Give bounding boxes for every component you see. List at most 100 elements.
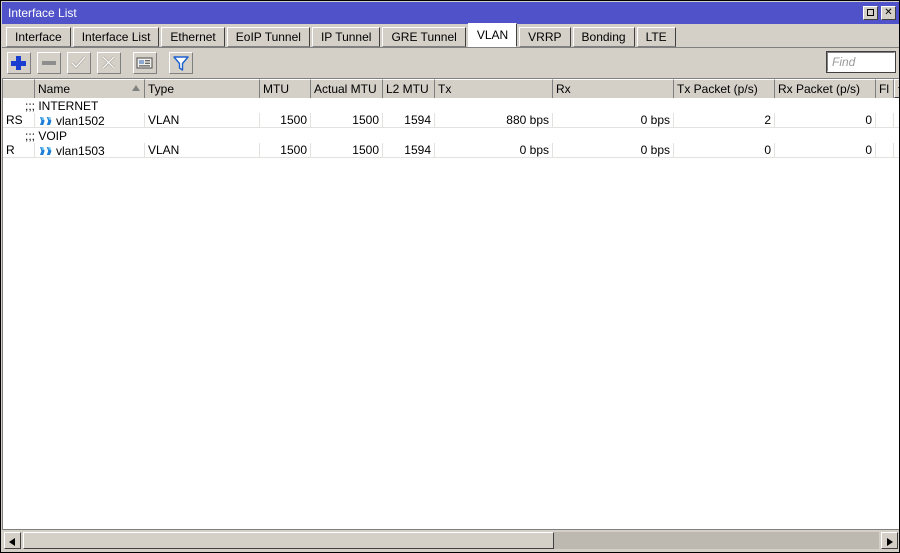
cell-rx: 0 bps (553, 113, 674, 128)
column-header-label: Type (148, 82, 174, 96)
cell-rx_packet: 0 (775, 143, 876, 158)
window-controls: ✕ (863, 6, 900, 20)
column-header-label: Fl (879, 82, 889, 96)
scroll-right-button[interactable] (881, 532, 898, 549)
close-icon: ✕ (882, 6, 895, 20)
sort-ascending-icon (132, 85, 140, 91)
column-header-tx[interactable]: Tx (435, 79, 553, 98)
column-header-rx[interactable]: Rx (553, 79, 674, 98)
tab-ethernet[interactable]: Ethernet (161, 27, 224, 47)
cell-actual_mtu: 1500 (311, 113, 383, 128)
cell-mtu: 1500 (260, 113, 311, 128)
window-title: Interface List (2, 6, 863, 20)
tab-ip-tunnel[interactable]: IP Tunnel (312, 27, 380, 47)
cell-tx_packet: 0 (674, 143, 775, 158)
vlan-icon (39, 115, 53, 127)
add-button[interactable] (7, 52, 31, 74)
comment-button[interactable] (133, 52, 157, 74)
cell-fp_tx (876, 113, 894, 128)
column-header-label: L2 MTU (386, 82, 429, 96)
tab-vlan[interactable]: VLAN (468, 23, 517, 47)
interface-row-vlan1503[interactable]: Rvlan1503VLAN1500150015940 bps0 bps00 (3, 143, 900, 158)
remove-button[interactable] (37, 52, 61, 74)
arrow-right-icon (887, 538, 893, 546)
cell-type: VLAN (145, 113, 260, 128)
tab-eoip-tunnel[interactable]: EoIP Tunnel (227, 27, 310, 47)
comment-text: ;;; VOIP (3, 129, 67, 143)
comment-row[interactable]: ;;; VOIP (3, 128, 900, 143)
scrollbar-track[interactable] (23, 532, 879, 549)
column-header-l2_mtu[interactable]: L2 MTU (383, 79, 435, 98)
check-icon (68, 53, 90, 73)
column-header-tx_packet[interactable]: Tx Packet (p/s) (674, 79, 775, 98)
cell-tx_packet: 2 (674, 113, 775, 128)
scrollbar-thumb[interactable] (23, 532, 554, 549)
cell-l2_mtu: 1594 (383, 113, 435, 128)
filter-button[interactable] (169, 52, 193, 74)
interface-table: Name Type MTU Actual MTUL2 MTU Tx RxTx Packet… (2, 78, 900, 531)
disable-button[interactable] (97, 52, 121, 74)
funnel-icon (170, 53, 192, 73)
cell-actual_mtu: 1500 (311, 143, 383, 158)
cell-rx_packet: 0 (775, 113, 876, 128)
column-header-label: Rx Packet (p/s) (778, 82, 860, 96)
tab-label: IP Tunnel (321, 30, 371, 44)
cell-type: VLAN (145, 143, 260, 158)
search-input[interactable] (828, 53, 894, 71)
minus-icon (38, 53, 60, 73)
interface-name-label: vlan1503 (56, 144, 105, 158)
column-header-flags[interactable] (3, 79, 35, 98)
cell-fp_tx (876, 143, 894, 158)
comment-icon (134, 53, 156, 73)
cell-flags: R (3, 143, 35, 158)
tab-label: Bonding (582, 30, 626, 44)
column-header-mtu[interactable]: MTU (260, 79, 311, 98)
column-header-type[interactable]: Type (145, 79, 260, 98)
tab-label: VRRP (528, 30, 561, 44)
table-body: ;;; INTERNETRSvlan1502VLAN15001500159488… (3, 98, 900, 158)
close-button[interactable]: ✕ (881, 6, 896, 20)
column-header-label: Name (38, 82, 70, 96)
interface-name-label: vlan1502 (56, 114, 105, 128)
tab-label: Ethernet (170, 30, 215, 44)
column-header-name[interactable]: Name (35, 79, 145, 98)
tab-lte[interactable]: LTE (637, 27, 676, 47)
find-field[interactable] (827, 52, 895, 72)
comment-text: ;;; INTERNET (3, 99, 98, 113)
toolbar (2, 48, 900, 78)
arrow-left-icon (9, 538, 15, 546)
column-header-fp_tx[interactable]: Fl (876, 79, 894, 98)
maximize-icon (867, 9, 874, 16)
plus-icon (8, 53, 30, 73)
cell-tx: 0 bps (435, 143, 553, 158)
tab-vrrp[interactable]: VRRP (519, 27, 570, 47)
tab-strip: Interface Interface List Ethernet EoIP Tunn… (2, 24, 900, 48)
tab-gre-tunnel[interactable]: GRE Tunnel (382, 27, 465, 47)
column-chooser-button[interactable] (894, 79, 900, 98)
cell-l2_mtu: 1594 (383, 143, 435, 158)
column-header-actual_mtu[interactable]: Actual MTU (311, 79, 383, 98)
column-header-label: Tx Packet (p/s) (677, 82, 758, 96)
tab-label: EoIP Tunnel (236, 30, 301, 44)
tab-interface-list[interactable]: Interface List (73, 27, 160, 47)
window-titlebar: Interface List ✕ (2, 2, 900, 24)
cell-name: vlan1502 (35, 113, 145, 128)
interface-row-vlan1502[interactable]: RSvlan1502VLAN150015001594880 bps0 bps20 (3, 113, 900, 128)
tab-label: LTE (646, 30, 667, 44)
horizontal-scrollbar[interactable] (2, 529, 900, 551)
enable-button[interactable] (67, 52, 91, 74)
maximize-button[interactable] (863, 6, 878, 20)
column-header-label: MTU (263, 82, 289, 96)
column-header-label: Tx (438, 82, 451, 96)
tab-interface[interactable]: Interface (6, 27, 71, 47)
cell-name: vlan1503 (35, 143, 145, 158)
interface-list-window: Interface List ✕ Interface Interface List… (0, 0, 900, 553)
tab-label: Interface List (82, 30, 151, 44)
scroll-left-button[interactable] (4, 532, 21, 549)
tab-bonding[interactable]: Bonding (573, 27, 635, 47)
tab-label: GRE Tunnel (391, 30, 456, 44)
table-header-row: Name Type MTU Actual MTUL2 MTU Tx RxTx Packet… (3, 79, 900, 98)
cell-flags: RS (3, 113, 35, 128)
comment-row[interactable]: ;;; INTERNET (3, 98, 900, 113)
column-header-rx_packet[interactable]: Rx Packet (p/s) (775, 79, 876, 98)
